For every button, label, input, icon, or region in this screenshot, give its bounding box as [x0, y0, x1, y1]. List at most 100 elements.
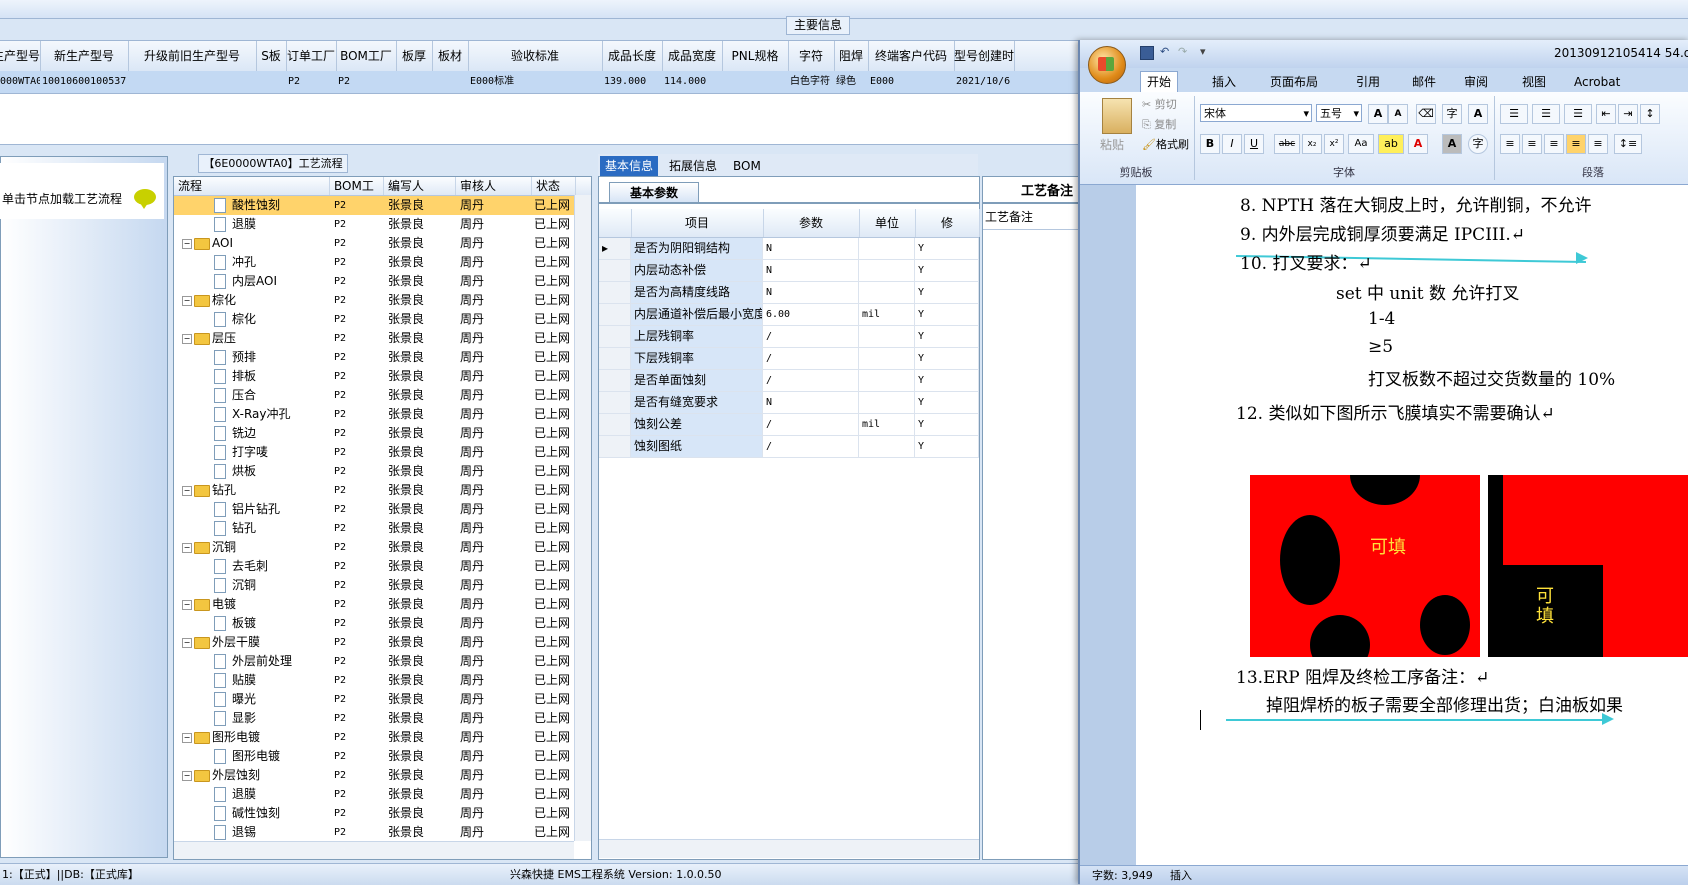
- strikethrough-icon[interactable]: abc: [1274, 134, 1300, 154]
- grid-cell[interactable]: E000: [870, 71, 954, 93]
- tree-column-header[interactable]: 流程: [174, 177, 330, 195]
- tree-row[interactable]: − 图形电镀 P2 张景良 周丹 已上网: [174, 728, 574, 747]
- char-border-icon[interactable]: A: [1468, 104, 1488, 124]
- collapse-icon[interactable]: −: [182, 638, 192, 648]
- decrease-indent-icon[interactable]: ⇤: [1596, 104, 1616, 124]
- craft-note-field[interactable]: 工艺备注: [983, 205, 1085, 230]
- ribbon-tab[interactable]: 邮件: [1406, 72, 1442, 92]
- tree-row[interactable]: 图形电镀 P2 张景良 周丹 已上网: [174, 747, 574, 766]
- grid-column-header[interactable]: 板厚: [396, 41, 433, 71]
- grid-cell[interactable]: [258, 71, 286, 93]
- enclose-char-icon[interactable]: 字: [1468, 134, 1488, 154]
- grid-data-row[interactable]: E000WTA010010600100537 P2P2 E000标准139.0001…: [0, 71, 1100, 94]
- param-tab[interactable]: 拓展信息: [664, 156, 722, 176]
- tree-row[interactable]: 压合 P2 张景良 周丹 已上网: [174, 386, 574, 405]
- grid-cell[interactable]: 139.000: [604, 71, 662, 93]
- tree-row[interactable]: 打字唛 P2 张景良 周丹 已上网: [174, 443, 574, 462]
- grid-cell[interactable]: [398, 71, 432, 93]
- tree-column-header[interactable]: 状态: [532, 177, 576, 195]
- increase-indent-icon[interactable]: ⇥: [1618, 104, 1638, 124]
- tree-row[interactable]: − 层压 P2 张景良 周丹 已上网: [174, 329, 574, 348]
- process-tree[interactable]: 流程BOM工厂编写人审核人状态 酸性蚀刻P2张景良周丹已上网退膜P2张景良周丹已…: [173, 176, 592, 860]
- tree-row[interactable]: 曝光 P2 张景良 周丹 已上网: [174, 690, 574, 709]
- qat-dropdown-icon[interactable]: ▾: [1200, 45, 1206, 58]
- collapse-icon[interactable]: −: [182, 334, 192, 344]
- tree-row[interactable]: − 电镀 P2 张景良 周丹 已上网: [174, 595, 574, 614]
- align-center-icon[interactable]: ≡: [1522, 134, 1542, 154]
- param-cell-value[interactable]: 6.00: [763, 304, 859, 325]
- tree-row[interactable]: 退锡 P2 张景良 周丹 已上网: [174, 823, 574, 842]
- param-column-header[interactable]: 修: [915, 209, 980, 237]
- tree-row[interactable]: 沉铜 P2 张景良 周丹 已上网: [174, 576, 574, 595]
- tree-vertical-scrollbar[interactable]: [574, 195, 591, 841]
- grid-column-header[interactable]: S板: [256, 41, 287, 71]
- tree-column-header[interactable]: 审核人: [456, 177, 532, 195]
- grid-column-header[interactable]: 新生产型号: [40, 41, 129, 71]
- format-painter-button[interactable]: 🖌格式刷: [1142, 136, 1189, 152]
- numbering-icon[interactable]: ☰: [1532, 104, 1560, 124]
- grow-font-icon[interactable]: A: [1368, 104, 1388, 124]
- collapse-icon[interactable]: −: [182, 239, 192, 249]
- tree-row[interactable]: − 外层干膜 P2 张景良 周丹 已上网: [174, 633, 574, 652]
- tree-row[interactable]: − 棕化 P2 张景良 周丹 已上网: [174, 291, 574, 310]
- cut-button[interactable]: ✂ 剪切: [1142, 96, 1177, 112]
- tree-row[interactable]: X-Ray冲孔 P2 张景良 周丹 已上网: [174, 405, 574, 424]
- save-icon[interactable]: [1140, 46, 1154, 60]
- font-size-combo[interactable]: 五号 ▾: [1316, 104, 1362, 122]
- tree-row[interactable]: 退膜 P2 张景良 周丹 已上网: [174, 215, 574, 234]
- tree-row[interactable]: 烘板 P2 张景良 周丹 已上网: [174, 462, 574, 481]
- grid-cell[interactable]: P2: [288, 71, 336, 93]
- param-cell-value[interactable]: N: [763, 282, 859, 303]
- grid-cell[interactable]: E000WTA0: [0, 71, 40, 93]
- tree-row[interactable]: 铣边 P2 张景良 周丹 已上网: [174, 424, 574, 443]
- param-row[interactable]: 是否为高精度线路 N Y: [599, 282, 979, 304]
- grid-column-header[interactable]: 板材: [432, 41, 469, 71]
- param-tab[interactable]: 基本信息: [600, 156, 659, 176]
- underline-icon[interactable]: U: [1244, 134, 1264, 154]
- ribbon-tab[interactable]: 插入: [1206, 72, 1242, 92]
- align-left-icon[interactable]: ≡: [1500, 134, 1520, 154]
- shrink-font-icon[interactable]: A: [1388, 104, 1408, 124]
- tree-row[interactable]: 排板 P2 张景良 周丹 已上网: [174, 367, 574, 386]
- paste-icon[interactable]: [1102, 98, 1132, 134]
- grid-cell[interactable]: [130, 71, 256, 93]
- param-column-header[interactable]: 单位: [859, 209, 916, 237]
- param-tab[interactable]: BOM: [728, 156, 766, 176]
- tree-row[interactable]: 铝片钻孔 P2 张景良 周丹 已上网: [174, 500, 574, 519]
- collapse-icon[interactable]: −: [182, 486, 192, 496]
- collapse-icon[interactable]: −: [182, 733, 192, 743]
- clear-format-icon[interactable]: ⌫: [1416, 104, 1436, 124]
- grid-column-header[interactable]: 验收标准: [468, 41, 603, 71]
- param-row[interactable]: 蚀刻图纸 / Y: [599, 436, 979, 458]
- grid-column-header[interactable]: 升级前旧生产型号: [128, 41, 257, 71]
- grid-cell[interactable]: P2: [338, 71, 396, 93]
- tree-row[interactable]: − 钻孔 P2 张景良 周丹 已上网: [174, 481, 574, 500]
- italic-icon[interactable]: I: [1222, 134, 1242, 154]
- tree-row[interactable]: 钻孔 P2 张景良 周丹 已上网: [174, 519, 574, 538]
- undo-icon[interactable]: ↶: [1160, 45, 1169, 58]
- tree-row[interactable]: 板镀 P2 张景良 周丹 已上网: [174, 614, 574, 633]
- param-cell-value[interactable]: /: [763, 326, 859, 347]
- param-row[interactable]: 蚀刻公差 / mil Y: [599, 414, 979, 436]
- tree-row[interactable]: 贴膜 P2 张景良 周丹 已上网: [174, 671, 574, 690]
- highlight-icon[interactable]: ab: [1378, 134, 1404, 154]
- multilevel-list-icon[interactable]: ☰: [1564, 104, 1592, 124]
- word-window[interactable]: ↶ ↷ ▾ 20130912105414 54.doc 开始插入页面布局引用邮件…: [1078, 40, 1688, 885]
- grid-column-header[interactable]: 终端客户代码: [868, 41, 955, 71]
- phonetic-guide-icon[interactable]: 字: [1442, 104, 1462, 124]
- param-cell-value[interactable]: N: [763, 392, 859, 413]
- param-cell-value[interactable]: /: [763, 348, 859, 369]
- tree-row[interactable]: − AOI P2 张景良 周丹 已上网: [174, 234, 574, 253]
- grid-column-header[interactable]: 成品长度: [602, 41, 663, 71]
- tree-row[interactable]: 预排 P2 张景良 周丹 已上网: [174, 348, 574, 367]
- param-row[interactable]: 上层残铜率 / Y: [599, 326, 979, 348]
- tree-horizontal-scrollbar[interactable]: [174, 841, 574, 859]
- tab-basic-params[interactable]: 基本参数: [609, 182, 699, 203]
- line-spacing-icon[interactable]: ↕≡: [1614, 134, 1642, 154]
- collapse-icon[interactable]: −: [182, 296, 192, 306]
- tree-row[interactable]: − 外层蚀刻 P2 张景良 周丹 已上网: [174, 766, 574, 785]
- param-column-header[interactable]: [599, 209, 632, 237]
- grid-cell[interactable]: [724, 71, 788, 93]
- tree-row[interactable]: − 沉铜 P2 张景良 周丹 已上网: [174, 538, 574, 557]
- char-shading-icon[interactable]: A: [1442, 134, 1462, 154]
